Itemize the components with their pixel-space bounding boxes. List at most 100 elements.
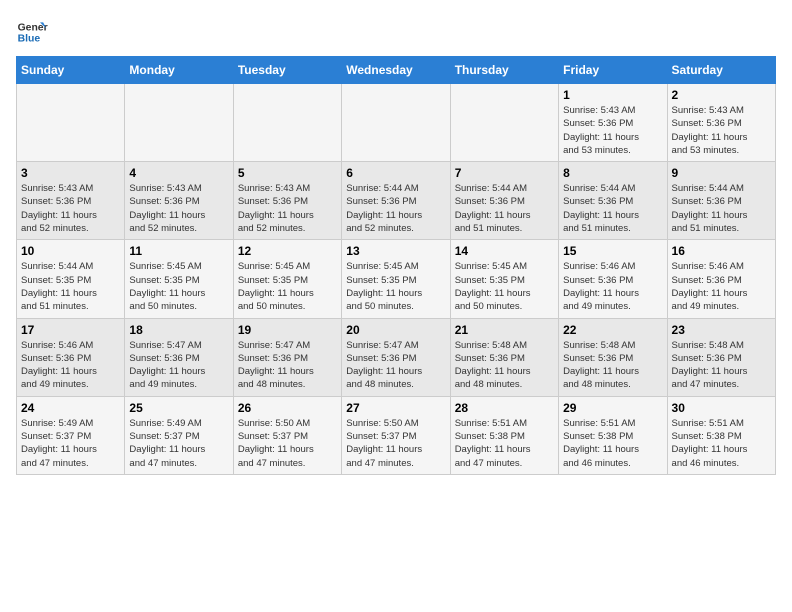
calendar-cell: 6 Sunrise: 5:44 AM Sunset: 5:36 PM Daylig…	[342, 162, 450, 240]
day-info: Sunrise: 5:45 AM Sunset: 5:35 PM Dayligh…	[238, 260, 337, 313]
day-number: 11	[129, 244, 228, 258]
calendar-cell: 17 Sunrise: 5:46 AM Sunset: 5:36 PM Dayli…	[17, 318, 125, 396]
calendar-cell: 28 Sunrise: 5:51 AM Sunset: 5:38 PM Dayli…	[450, 396, 558, 474]
day-info: Sunrise: 5:48 AM Sunset: 5:36 PM Dayligh…	[672, 339, 771, 392]
calendar-cell	[17, 84, 125, 162]
day-info: Sunrise: 5:43 AM Sunset: 5:36 PM Dayligh…	[563, 104, 662, 157]
calendar-header: SundayMondayTuesdayWednesdayThursdayFrid…	[17, 57, 776, 84]
day-info: Sunrise: 5:44 AM Sunset: 5:36 PM Dayligh…	[455, 182, 554, 235]
calendar-cell: 21 Sunrise: 5:48 AM Sunset: 5:36 PM Dayli…	[450, 318, 558, 396]
calendar-cell: 18Sunrise: 5:47 AM Sunset: 5:36 PM Dayli…	[125, 318, 233, 396]
day-number: 13	[346, 244, 445, 258]
calendar-cell: 8Sunrise: 5:44 AM Sunset: 5:36 PM Daylig…	[559, 162, 667, 240]
calendar-cell: 15 Sunrise: 5:46 AM Sunset: 5:36 PM Dayli…	[559, 240, 667, 318]
calendar-cell: 25 Sunrise: 5:49 AM Sunset: 5:37 PM Dayli…	[125, 396, 233, 474]
calendar-cell	[342, 84, 450, 162]
day-info: Sunrise: 5:49 AM Sunset: 5:37 PM Dayligh…	[129, 417, 228, 470]
calendar-cell: 14 Sunrise: 5:45 AM Sunset: 5:35 PM Dayli…	[450, 240, 558, 318]
weekday-header: Sunday	[17, 57, 125, 84]
calendar-table: SundayMondayTuesdayWednesdayThursdayFrid…	[16, 56, 776, 475]
day-number: 17	[21, 323, 120, 337]
day-info: Sunrise: 5:44 AM Sunset: 5:35 PM Dayligh…	[21, 260, 120, 313]
day-number: 22	[563, 323, 662, 337]
logo-icon: General Blue	[16, 16, 48, 48]
day-info: Sunrise: 5:44 AM Sunset: 5:36 PM Dayligh…	[346, 182, 445, 235]
day-number: 5	[238, 166, 337, 180]
day-number: 20	[346, 323, 445, 337]
calendar-cell: 12 Sunrise: 5:45 AM Sunset: 5:35 PM Dayli…	[233, 240, 341, 318]
calendar-cell: 19 Sunrise: 5:47 AM Sunset: 5:36 PM Dayli…	[233, 318, 341, 396]
day-number: 16	[672, 244, 771, 258]
weekday-header: Friday	[559, 57, 667, 84]
calendar-body: 1 Sunrise: 5:43 AM Sunset: 5:36 PM Daylig…	[17, 84, 776, 475]
logo: General Blue	[16, 16, 52, 48]
calendar-cell	[450, 84, 558, 162]
day-number: 18	[129, 323, 228, 337]
day-number: 25	[129, 401, 228, 415]
day-number: 9	[672, 166, 771, 180]
calendar-cell: 26Sunrise: 5:50 AM Sunset: 5:37 PM Dayli…	[233, 396, 341, 474]
day-info: Sunrise: 5:51 AM Sunset: 5:38 PM Dayligh…	[672, 417, 771, 470]
day-number: 30	[672, 401, 771, 415]
weekday-header: Saturday	[667, 57, 775, 84]
calendar-cell: 5 Sunrise: 5:43 AM Sunset: 5:36 PM Daylig…	[233, 162, 341, 240]
calendar-cell: 9 Sunrise: 5:44 AM Sunset: 5:36 PM Daylig…	[667, 162, 775, 240]
day-number: 23	[672, 323, 771, 337]
day-number: 15	[563, 244, 662, 258]
calendar-cell: 27 Sunrise: 5:50 AM Sunset: 5:37 PM Dayli…	[342, 396, 450, 474]
day-info: Sunrise: 5:44 AM Sunset: 5:36 PM Dayligh…	[672, 182, 771, 235]
svg-text:Blue: Blue	[18, 34, 41, 45]
day-info: Sunrise: 5:49 AM Sunset: 5:37 PM Dayligh…	[21, 417, 120, 470]
day-number: 1	[563, 88, 662, 102]
calendar-cell: 22 Sunrise: 5:48 AM Sunset: 5:36 PM Dayli…	[559, 318, 667, 396]
day-number: 7	[455, 166, 554, 180]
calendar-cell: 4 Sunrise: 5:43 AM Sunset: 5:36 PM Daylig…	[125, 162, 233, 240]
day-number: 12	[238, 244, 337, 258]
day-info: Sunrise: 5:46 AM Sunset: 5:36 PM Dayligh…	[21, 339, 120, 392]
calendar-cell: 3 Sunrise: 5:43 AM Sunset: 5:36 PM Daylig…	[17, 162, 125, 240]
day-number: 19	[238, 323, 337, 337]
day-number: 14	[455, 244, 554, 258]
day-info: Sunrise: 5:46 AM Sunset: 5:36 PM Dayligh…	[672, 260, 771, 313]
calendar-cell: 23 Sunrise: 5:48 AM Sunset: 5:36 PM Dayli…	[667, 318, 775, 396]
day-number: 6	[346, 166, 445, 180]
day-info: Sunrise: 5:43 AM Sunset: 5:36 PM Dayligh…	[129, 182, 228, 235]
day-info: Sunrise: 5:43 AM Sunset: 5:36 PM Dayligh…	[672, 104, 771, 157]
calendar-cell: 13 Sunrise: 5:45 AM Sunset: 5:35 PM Dayli…	[342, 240, 450, 318]
weekday-header: Wednesday	[342, 57, 450, 84]
day-number: 4	[129, 166, 228, 180]
day-info: Sunrise: 5:50 AM Sunset: 5:37 PM Dayligh…	[346, 417, 445, 470]
day-number: 28	[455, 401, 554, 415]
calendar-cell	[233, 84, 341, 162]
calendar-cell: 20Sunrise: 5:47 AM Sunset: 5:36 PM Dayli…	[342, 318, 450, 396]
day-number: 29	[563, 401, 662, 415]
day-number: 26	[238, 401, 337, 415]
day-info: Sunrise: 5:51 AM Sunset: 5:38 PM Dayligh…	[455, 417, 554, 470]
day-number: 27	[346, 401, 445, 415]
calendar-cell: 2 Sunrise: 5:43 AM Sunset: 5:36 PM Daylig…	[667, 84, 775, 162]
day-info: Sunrise: 5:48 AM Sunset: 5:36 PM Dayligh…	[563, 339, 662, 392]
day-number: 3	[21, 166, 120, 180]
day-info: Sunrise: 5:51 AM Sunset: 5:38 PM Dayligh…	[563, 417, 662, 470]
day-info: Sunrise: 5:45 AM Sunset: 5:35 PM Dayligh…	[129, 260, 228, 313]
calendar-cell: 30 Sunrise: 5:51 AM Sunset: 5:38 PM Dayli…	[667, 396, 775, 474]
page-header: General Blue	[16, 16, 776, 48]
day-info: Sunrise: 5:45 AM Sunset: 5:35 PM Dayligh…	[346, 260, 445, 313]
day-info: Sunrise: 5:47 AM Sunset: 5:36 PM Dayligh…	[238, 339, 337, 392]
day-number: 24	[21, 401, 120, 415]
weekday-header: Thursday	[450, 57, 558, 84]
weekday-header: Tuesday	[233, 57, 341, 84]
day-info: Sunrise: 5:46 AM Sunset: 5:36 PM Dayligh…	[563, 260, 662, 313]
calendar-cell: 29 Sunrise: 5:51 AM Sunset: 5:38 PM Dayli…	[559, 396, 667, 474]
day-info: Sunrise: 5:43 AM Sunset: 5:36 PM Dayligh…	[21, 182, 120, 235]
day-info: Sunrise: 5:45 AM Sunset: 5:35 PM Dayligh…	[455, 260, 554, 313]
day-info: Sunrise: 5:48 AM Sunset: 5:36 PM Dayligh…	[455, 339, 554, 392]
weekday-header: Monday	[125, 57, 233, 84]
calendar-cell: 7 Sunrise: 5:44 AM Sunset: 5:36 PM Daylig…	[450, 162, 558, 240]
calendar-cell: 10 Sunrise: 5:44 AM Sunset: 5:35 PM Dayli…	[17, 240, 125, 318]
day-number: 10	[21, 244, 120, 258]
calendar-cell	[125, 84, 233, 162]
day-number: 21	[455, 323, 554, 337]
day-number: 2	[672, 88, 771, 102]
day-info: Sunrise: 5:43 AM Sunset: 5:36 PM Dayligh…	[238, 182, 337, 235]
